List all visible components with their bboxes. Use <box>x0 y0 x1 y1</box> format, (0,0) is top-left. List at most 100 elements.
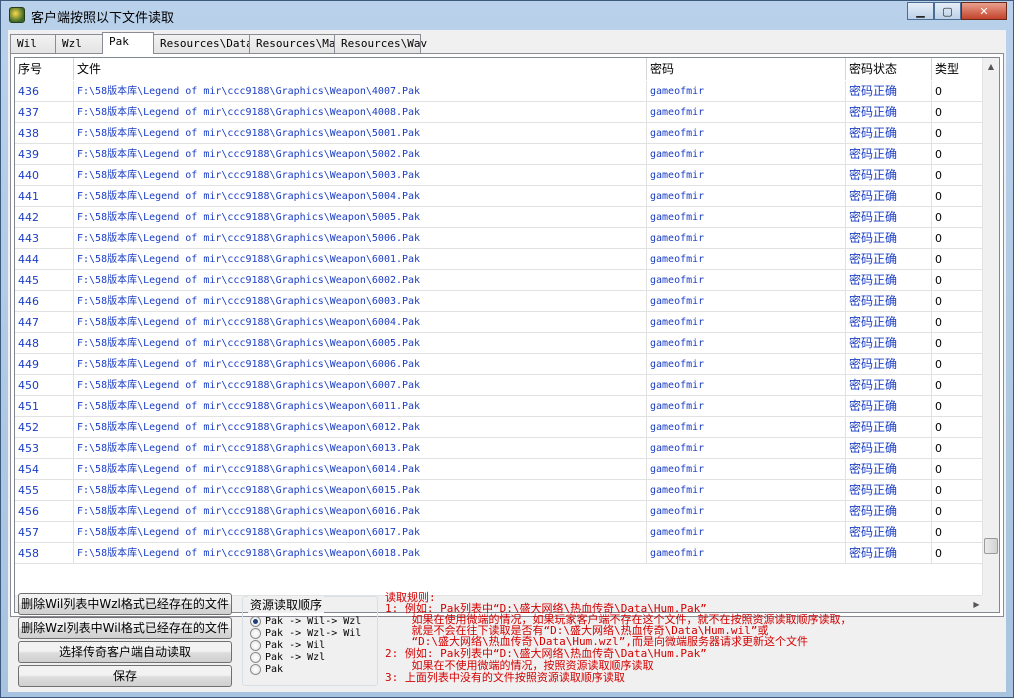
cell-index[interactable]: 448 <box>15 333 74 354</box>
cell-type[interactable]: 0 <box>932 312 985 333</box>
cell-type[interactable]: 0 <box>932 543 985 564</box>
cell-file[interactable]: F:\58版本库\Legend of mir\ccc9188\Graphics\… <box>74 207 647 228</box>
cell-type[interactable]: 0 <box>932 375 985 396</box>
cell-password[interactable]: gameofmir <box>647 102 846 123</box>
cell-type[interactable]: 0 <box>932 123 985 144</box>
cell-status[interactable]: 密码正确 <box>846 81 932 102</box>
cell-index[interactable]: 440 <box>15 165 74 186</box>
cell-password[interactable]: gameofmir <box>647 354 846 375</box>
cell-index[interactable]: 441 <box>15 186 74 207</box>
cell-type[interactable]: 0 <box>932 81 985 102</box>
cell-index[interactable]: 449 <box>15 354 74 375</box>
table-row[interactable]: 452 F:\58版本库\Legend of mir\ccc9188\Graphi… <box>15 417 985 438</box>
maximize-icon[interactable]: ▢ <box>934 2 961 20</box>
table-row[interactable]: 453 F:\58版本库\Legend of mir\ccc9188\Graphi… <box>15 438 985 459</box>
cell-status[interactable]: 密码正确 <box>846 480 932 501</box>
save-button[interactable]: 保存 <box>18 665 232 687</box>
table-row[interactable]: 448 F:\58版本库\Legend of mir\ccc9188\Graphi… <box>15 333 985 354</box>
cell-type[interactable]: 0 <box>932 417 985 438</box>
table-row[interactable]: 447 F:\58版本库\Legend of mir\ccc9188\Graphi… <box>15 312 985 333</box>
cell-password[interactable]: gameofmir <box>647 186 846 207</box>
cell-file[interactable]: F:\58版本库\Legend of mir\ccc9188\Graphics\… <box>74 396 647 417</box>
cell-status[interactable]: 密码正确 <box>846 354 932 375</box>
cell-status[interactable]: 密码正确 <box>846 144 932 165</box>
cell-file[interactable]: F:\58版本库\Legend of mir\ccc9188\Graphics\… <box>74 186 647 207</box>
cell-type[interactable]: 0 <box>932 354 985 375</box>
cell-index[interactable]: 452 <box>15 417 74 438</box>
cell-password[interactable]: gameofmir <box>647 228 846 249</box>
cell-password[interactable]: gameofmir <box>647 312 846 333</box>
title-bar[interactable]: 客户端按照以下文件读取 ▁ ▢ ✕ <box>1 1 1013 29</box>
cell-password[interactable]: gameofmir <box>647 291 846 312</box>
tab-resources-wav[interactable]: Resources\Wav <box>334 34 427 54</box>
cell-password[interactable]: gameofmir <box>647 270 846 291</box>
cell-file[interactable]: F:\58版本库\Legend of mir\ccc9188\Graphics\… <box>74 438 647 459</box>
cell-status[interactable]: 密码正确 <box>846 102 932 123</box>
cell-type[interactable]: 0 <box>932 396 985 417</box>
cell-file[interactable]: F:\58版本库\Legend of mir\ccc9188\Graphics\… <box>74 333 647 354</box>
table-row[interactable]: 454 F:\58版本库\Legend of mir\ccc9188\Graphi… <box>15 459 985 480</box>
cell-password[interactable]: gameofmir <box>647 438 846 459</box>
cell-status[interactable]: 密码正确 <box>846 438 932 459</box>
cell-type[interactable]: 0 <box>932 102 985 123</box>
table-row[interactable]: 437 F:\58版本库\Legend of mir\ccc9188\Graphi… <box>15 102 985 123</box>
cell-file[interactable]: F:\58版本库\Legend of mir\ccc9188\Graphics\… <box>74 354 647 375</box>
cell-status[interactable]: 密码正确 <box>846 249 932 270</box>
cell-password[interactable]: gameofmir <box>647 207 846 228</box>
cell-password[interactable]: gameofmir <box>647 543 846 564</box>
table-row[interactable]: 438 F:\58版本库\Legend of mir\ccc9188\Graphi… <box>15 123 985 144</box>
cell-status[interactable]: 密码正确 <box>846 123 932 144</box>
cell-password[interactable]: gameofmir <box>647 165 846 186</box>
table-row[interactable]: 457 F:\58版本库\Legend of mir\ccc9188\Graphi… <box>15 522 985 543</box>
auto-read-client-button[interactable]: 选择传奇客户端自动读取 <box>18 641 232 663</box>
table-row[interactable]: 446 F:\58版本库\Legend of mir\ccc9188\Graphi… <box>15 291 985 312</box>
delete-wzl-duplicates-button[interactable]: 删除Wzl列表中Wil格式已经存在的文件 <box>18 617 232 639</box>
cell-status[interactable]: 密码正确 <box>846 312 932 333</box>
cell-type[interactable]: 0 <box>932 249 985 270</box>
cell-file[interactable]: F:\58版本库\Legend of mir\ccc9188\Graphics\… <box>74 312 647 333</box>
column-header-status[interactable]: 密码状态 <box>846 58 932 80</box>
cell-password[interactable]: gameofmir <box>647 459 846 480</box>
cell-file[interactable]: F:\58版本库\Legend of mir\ccc9188\Graphics\… <box>74 480 647 501</box>
cell-index[interactable]: 458 <box>15 543 74 564</box>
tab-wzl[interactable]: Wzl <box>55 34 103 54</box>
table-row[interactable]: 436 F:\58版本库\Legend of mir\ccc9188\Graphi… <box>15 81 985 102</box>
cell-file[interactable]: F:\58版本库\Legend of mir\ccc9188\Graphics\… <box>74 291 647 312</box>
cell-type[interactable]: 0 <box>932 522 985 543</box>
cell-password[interactable]: gameofmir <box>647 81 846 102</box>
table-row[interactable]: 451 F:\58版本库\Legend of mir\ccc9188\Graphi… <box>15 396 985 417</box>
tab-resources-map[interactable]: Resources\Map <box>249 34 342 54</box>
cell-password[interactable]: gameofmir <box>647 417 846 438</box>
cell-index[interactable]: 451 <box>15 396 74 417</box>
cell-type[interactable]: 0 <box>932 291 985 312</box>
cell-file[interactable]: F:\58版本库\Legend of mir\ccc9188\Graphics\… <box>74 501 647 522</box>
cell-index[interactable]: 446 <box>15 291 74 312</box>
cell-password[interactable]: gameofmir <box>647 333 846 354</box>
table-row[interactable]: 440 F:\58版本库\Legend of mir\ccc9188\Graphi… <box>15 165 985 186</box>
column-header-file[interactable]: 文件 <box>74 58 647 80</box>
cell-status[interactable]: 密码正确 <box>846 186 932 207</box>
column-header-index[interactable]: 序号 <box>15 58 74 80</box>
cell-index[interactable]: 447 <box>15 312 74 333</box>
cell-status[interactable]: 密码正确 <box>846 501 932 522</box>
table-row[interactable]: 444 F:\58版本库\Legend of mir\ccc9188\Graphi… <box>15 249 985 270</box>
order-option-5[interactable]: Pak <box>250 663 283 676</box>
cell-index[interactable]: 443 <box>15 228 74 249</box>
cell-type[interactable]: 0 <box>932 228 985 249</box>
table-row[interactable]: 442 F:\58版本库\Legend of mir\ccc9188\Graphi… <box>15 207 985 228</box>
table-row[interactable]: 443 F:\58版本库\Legend of mir\ccc9188\Graphi… <box>15 228 985 249</box>
cell-file[interactable]: F:\58版本库\Legend of mir\ccc9188\Graphics\… <box>74 165 647 186</box>
cell-index[interactable]: 457 <box>15 522 74 543</box>
cell-type[interactable]: 0 <box>932 501 985 522</box>
vertical-scrollbar[interactable]: ▲ <box>982 58 999 596</box>
radio-selected-icon[interactable] <box>250 616 261 627</box>
cell-index[interactable]: 436 <box>15 81 74 102</box>
cell-file[interactable]: F:\58版本库\Legend of mir\ccc9188\Graphics\… <box>74 228 647 249</box>
cell-type[interactable]: 0 <box>932 144 985 165</box>
cell-file[interactable]: F:\58版本库\Legend of mir\ccc9188\Graphics\… <box>74 81 647 102</box>
cell-status[interactable]: 密码正确 <box>846 459 932 480</box>
close-icon[interactable]: ✕ <box>961 2 1007 20</box>
radio-icon[interactable] <box>250 652 261 663</box>
scroll-up-icon[interactable]: ▲ <box>983 58 999 75</box>
cell-password[interactable]: gameofmir <box>647 522 846 543</box>
